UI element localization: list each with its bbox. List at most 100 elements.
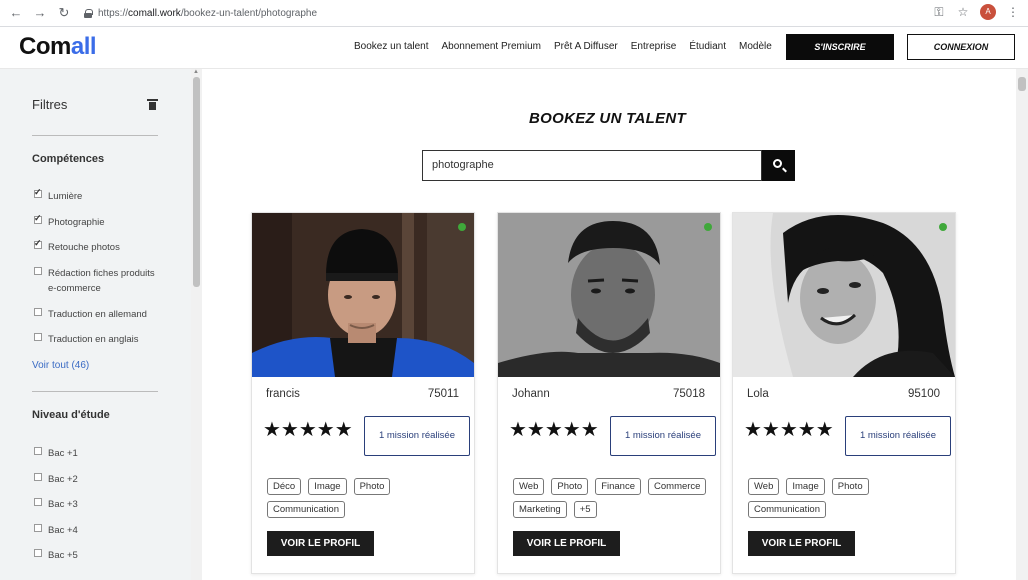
filter-bac1[interactable]: Bac +1 xyxy=(34,446,158,461)
skill-tag: Marketing xyxy=(513,501,567,518)
filter-bac3[interactable]: Bac +3 xyxy=(34,497,158,512)
view-profile-button[interactable]: VOIR LE PROFIL xyxy=(748,531,855,556)
mission-count-badge: 1 mission réalisée xyxy=(845,416,951,456)
talent-card[interactable]: Lola 95100 ★★★★★ 1 mission réalisée Web … xyxy=(732,212,956,574)
logo[interactable]: Comall xyxy=(19,33,97,61)
mission-count-badge: 1 mission réalisée xyxy=(610,416,716,456)
view-profile-button[interactable]: VOIR LE PROFIL xyxy=(267,531,374,556)
skill-tag: Communication xyxy=(748,501,826,518)
page-scroll-thumb[interactable] xyxy=(1018,77,1026,91)
checkbox[interactable] xyxy=(34,308,42,316)
browser-toolbar: ← → ↻ https://comall.work/bookez-un-tale… xyxy=(0,0,1028,27)
rating-stars: ★★★★★ xyxy=(744,419,834,441)
search-input[interactable]: photographe xyxy=(422,150,762,181)
scroll-up-arrow-icon[interactable]: ▲ xyxy=(193,69,199,75)
address-bar[interactable]: https://comall.work/bookez-un-talent/pho… xyxy=(84,3,944,23)
search-icon xyxy=(773,159,782,168)
skill-tag: Finance xyxy=(595,478,642,495)
checkbox[interactable] xyxy=(34,549,42,557)
filter-bac4[interactable]: Bac +4 xyxy=(34,523,158,538)
checkbox[interactable] xyxy=(34,333,42,341)
back-arrow-icon[interactable]: ← xyxy=(8,5,24,21)
nav-item-bookez[interactable]: Bookez un talent xyxy=(354,41,429,52)
see-all-link[interactable]: Voir tout (46) xyxy=(32,360,89,371)
filters-title: Filtres xyxy=(32,97,68,112)
filter-bac2[interactable]: Bac +2 xyxy=(34,472,158,487)
profile-avatar[interactable]: A xyxy=(980,4,996,20)
filter-allemand[interactable]: Traduction en allemand xyxy=(34,307,158,322)
nav-item-etudiant[interactable]: Étudiant xyxy=(689,41,726,52)
filter-lumiere[interactable]: Lumière xyxy=(34,187,158,204)
lock-icon xyxy=(84,8,93,18)
url-host: comall.work xyxy=(128,7,181,19)
skill-tag: Photo xyxy=(831,478,869,495)
url-prefix: https:// xyxy=(98,7,129,19)
signup-button[interactable]: S'INSCRIRE xyxy=(786,34,894,60)
skill-tag: Photo xyxy=(551,478,589,495)
filters-sidebar: Filtres Compétences Lumière Photographie… xyxy=(0,69,191,580)
skill-tags: Web Image Photo Communication xyxy=(748,478,948,518)
checkbox[interactable] xyxy=(34,213,42,224)
checkbox[interactable] xyxy=(34,498,42,506)
forward-arrow-icon[interactable]: → xyxy=(32,5,48,21)
skill-tag: Web xyxy=(748,478,780,495)
checkbox[interactable] xyxy=(34,267,42,275)
talent-zip: 75018 xyxy=(673,388,705,400)
mission-count-badge: 1 mission réalisée xyxy=(364,416,470,456)
talent-card[interactable]: francis 75011 ★★★★★ 1 mission réalisée D… xyxy=(251,212,475,574)
main-content: BOOKEZ UN TALENT photographe francis 750… xyxy=(202,69,1016,580)
skill-tag: Photo xyxy=(353,478,391,495)
filter-bac5[interactable]: Bac +5 xyxy=(34,548,158,563)
key-icon[interactable]: ⚿ xyxy=(932,5,946,20)
talent-zip: 95100 xyxy=(908,388,940,400)
checkbox[interactable] xyxy=(34,447,42,455)
talent-zip: 75011 xyxy=(427,388,459,400)
page-title: BOOKEZ UN TALENT xyxy=(529,110,687,127)
talent-name: Johann xyxy=(512,388,550,400)
online-status-dot xyxy=(939,223,947,231)
login-button[interactable]: CONNEXION xyxy=(907,34,1015,60)
filter-redaction[interactable]: Rédaction fiches produits e-commerce xyxy=(34,266,158,296)
skill-tag: Image xyxy=(308,478,347,495)
url-path: /bookez-un-talent/photographe xyxy=(180,7,318,19)
view-profile-button[interactable]: VOIR LE PROFIL xyxy=(513,531,620,556)
skill-tag: Image xyxy=(786,478,825,495)
nav-item-entreprise[interactable]: Entreprise xyxy=(631,41,677,52)
filter-photographie[interactable]: Photographie xyxy=(34,213,158,230)
skill-tag: Web xyxy=(513,478,545,495)
bookmark-star-icon[interactable]: ☆ xyxy=(956,5,970,19)
rating-stars: ★★★★★ xyxy=(509,419,599,441)
skill-tags: Déco Image Photo Communication xyxy=(267,478,467,518)
nav-item-pret-a-diffuser[interactable]: Prêt A Diffuser xyxy=(554,41,618,52)
checkbox[interactable] xyxy=(34,524,42,532)
sidebar-scrollbar[interactable]: ▲ xyxy=(191,69,202,580)
checkbox[interactable] xyxy=(34,238,42,249)
rating-stars: ★★★★★ xyxy=(263,419,353,441)
sidebar-scroll-thumb[interactable] xyxy=(193,77,200,287)
trash-icon[interactable] xyxy=(147,99,158,110)
search-button[interactable] xyxy=(762,150,795,181)
nav-item-modele[interactable]: Modèle xyxy=(739,41,772,52)
reload-icon[interactable]: ↻ xyxy=(56,5,72,21)
more-tags-badge[interactable]: +5 xyxy=(573,501,597,518)
filter-retouche[interactable]: Retouche photos xyxy=(34,238,158,255)
nav-item-premium[interactable]: Abonnement Premium xyxy=(442,41,542,52)
checkbox[interactable] xyxy=(34,187,42,198)
site-header: Comall Bookez un talent Abonnement Premi… xyxy=(0,27,1028,69)
competences-title: Compétences xyxy=(32,153,105,165)
talent-name: Lola xyxy=(747,388,769,400)
talent-name: francis xyxy=(266,388,300,400)
talent-photo[interactable] xyxy=(498,213,720,377)
talent-card[interactable]: Johann 75018 ★★★★★ 1 mission réalisée We… xyxy=(497,212,721,574)
talent-photo[interactable] xyxy=(252,213,474,377)
page-scrollbar[interactable] xyxy=(1016,69,1028,580)
kebab-menu-icon[interactable]: ⋮ xyxy=(1006,5,1020,19)
skill-tags: Web Photo Finance Commerce Marketing +5 xyxy=(513,478,713,518)
online-status-dot xyxy=(704,223,712,231)
talent-photo[interactable] xyxy=(733,213,955,377)
niveau-title: Niveau d'étude xyxy=(32,409,110,421)
skill-tag: Commerce xyxy=(648,478,707,495)
filter-anglais[interactable]: Traduction en anglais xyxy=(34,332,158,347)
skill-tag: Communication xyxy=(267,501,345,518)
checkbox[interactable] xyxy=(34,473,42,481)
